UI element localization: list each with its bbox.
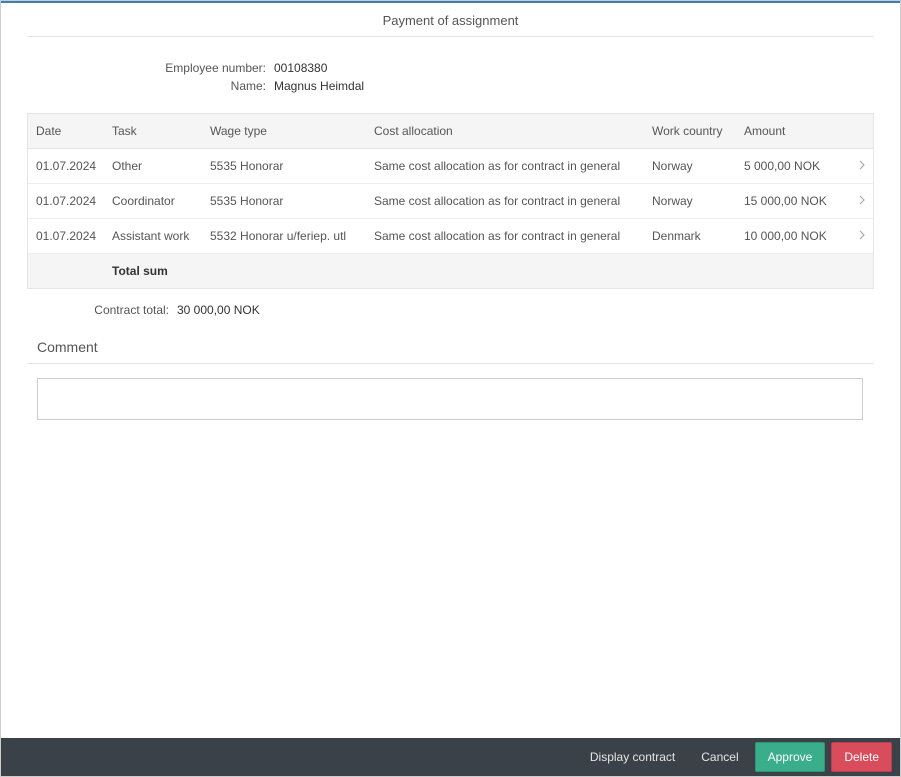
delete-button[interactable]: Delete xyxy=(831,742,892,772)
cell-task: Assistant work xyxy=(112,229,210,243)
footer-bar: Display contract Cancel Approve Delete xyxy=(1,738,900,776)
title-divider xyxy=(27,36,874,37)
header-date: Date xyxy=(28,124,112,138)
header-wage: Wage type xyxy=(210,124,374,138)
total-sum-label: Total sum xyxy=(112,264,210,278)
table-header-row: Date Task Wage type Cost allocation Work… xyxy=(28,114,873,149)
contract-total-value: 30 000,00 NOK xyxy=(177,303,260,317)
comment-heading: Comment xyxy=(37,339,892,355)
chevron-right-icon[interactable] xyxy=(852,194,872,208)
contract-total-row: Contract total: 30 000,00 NOK xyxy=(9,303,892,317)
cell-task: Coordinator xyxy=(112,194,210,208)
page-title: Payment of assignment xyxy=(9,3,892,36)
contract-total-label: Contract total: xyxy=(9,303,177,317)
cell-cost: Same cost allocation as for contract in … xyxy=(374,229,652,243)
header-task: Task xyxy=(112,124,210,138)
cancel-button[interactable]: Cancel xyxy=(691,744,748,770)
comment-input[interactable] xyxy=(37,378,863,420)
comment-divider xyxy=(27,363,874,364)
employee-info: Employee number: 00108380 Name: Magnus H… xyxy=(9,47,892,107)
cell-cost: Same cost allocation as for contract in … xyxy=(374,194,652,208)
cell-country: Denmark xyxy=(652,229,744,243)
cell-country: Norway xyxy=(652,159,744,173)
cell-amount: 15 000,00 NOK xyxy=(744,194,852,208)
cell-wage: 5532 Honorar u/feriep. utl xyxy=(210,229,374,243)
payments-table: Date Task Wage type Cost allocation Work… xyxy=(27,113,874,289)
header-amount: Amount xyxy=(744,124,852,138)
header-country: Work country xyxy=(652,124,744,138)
cell-amount: 5 000,00 NOK xyxy=(744,159,852,173)
header-cost: Cost allocation xyxy=(374,124,652,138)
cell-date: 01.07.2024 xyxy=(28,159,112,173)
footer-spacer xyxy=(28,264,112,278)
header-spacer xyxy=(852,124,872,138)
cell-amount: 10 000,00 NOK xyxy=(744,229,852,243)
cell-wage: 5535 Honorar xyxy=(210,159,374,173)
employee-number-value: 00108380 xyxy=(274,61,327,75)
display-contract-button[interactable]: Display contract xyxy=(580,744,685,770)
chevron-right-icon[interactable] xyxy=(852,159,872,173)
cell-date: 01.07.2024 xyxy=(28,229,112,243)
approve-button[interactable]: Approve xyxy=(755,742,826,772)
table-row[interactable]: 01.07.2024 Coordinator 5535 Honorar Same… xyxy=(28,184,873,219)
table-footer-row: Total sum xyxy=(28,254,873,288)
employee-name-value: Magnus Heimdal xyxy=(274,79,364,93)
table-row[interactable]: 01.07.2024 Assistant work 5532 Honorar u… xyxy=(28,219,873,254)
employee-name-label: Name: xyxy=(9,79,274,93)
cell-wage: 5535 Honorar xyxy=(210,194,374,208)
table-row[interactable]: 01.07.2024 Other 5535 Honorar Same cost … xyxy=(28,149,873,184)
cell-cost: Same cost allocation as for contract in … xyxy=(374,159,652,173)
cell-country: Norway xyxy=(652,194,744,208)
employee-number-label: Employee number: xyxy=(9,61,274,75)
cell-date: 01.07.2024 xyxy=(28,194,112,208)
chevron-right-icon[interactable] xyxy=(852,229,872,243)
cell-task: Other xyxy=(112,159,210,173)
